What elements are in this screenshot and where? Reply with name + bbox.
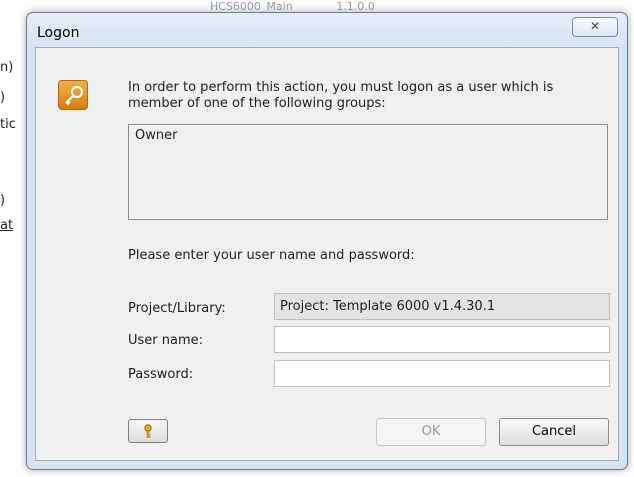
- background-text: ): [0, 193, 6, 208]
- key-hint-icon: [144, 424, 152, 438]
- background-text: ): [0, 90, 6, 105]
- password-label: Password:: [128, 367, 194, 382]
- logon-dialog: Logon ✕ In order to perform this action,…: [26, 12, 628, 470]
- groups-list[interactable]: Owner: [128, 124, 608, 220]
- dialog-body: In order to perform this action, you mus…: [35, 47, 619, 461]
- key-hint-button[interactable]: [128, 419, 168, 443]
- dialog-title: Logon: [37, 25, 80, 41]
- intro-message: In order to perform this action, you mus…: [128, 80, 554, 111]
- project-library-field: Project: Template 6000 v1.4.30.1: [274, 293, 610, 320]
- ok-button[interactable]: OK: [376, 418, 486, 446]
- list-item[interactable]: Owner: [135, 128, 601, 143]
- username-input[interactable]: [274, 326, 610, 353]
- cancel-button[interactable]: Cancel: [499, 418, 609, 446]
- screen: n) ) tic ) at HCS6000_Main 1.1.0.0 Logon…: [0, 0, 634, 477]
- background-link[interactable]: at: [0, 218, 13, 233]
- background-text: n): [0, 60, 14, 75]
- username-label: User name:: [128, 333, 204, 348]
- project-library-label: Project/Library:: [128, 301, 226, 316]
- close-icon: ✕: [589, 19, 601, 33]
- background-text: tic: [0, 117, 16, 132]
- password-input[interactable]: [274, 360, 610, 387]
- key-icon: [58, 80, 88, 110]
- dialog-titlebar[interactable]: Logon ✕: [27, 13, 627, 47]
- close-button[interactable]: ✕: [572, 17, 618, 37]
- credentials-prompt: Please enter your user name and password…: [128, 248, 415, 263]
